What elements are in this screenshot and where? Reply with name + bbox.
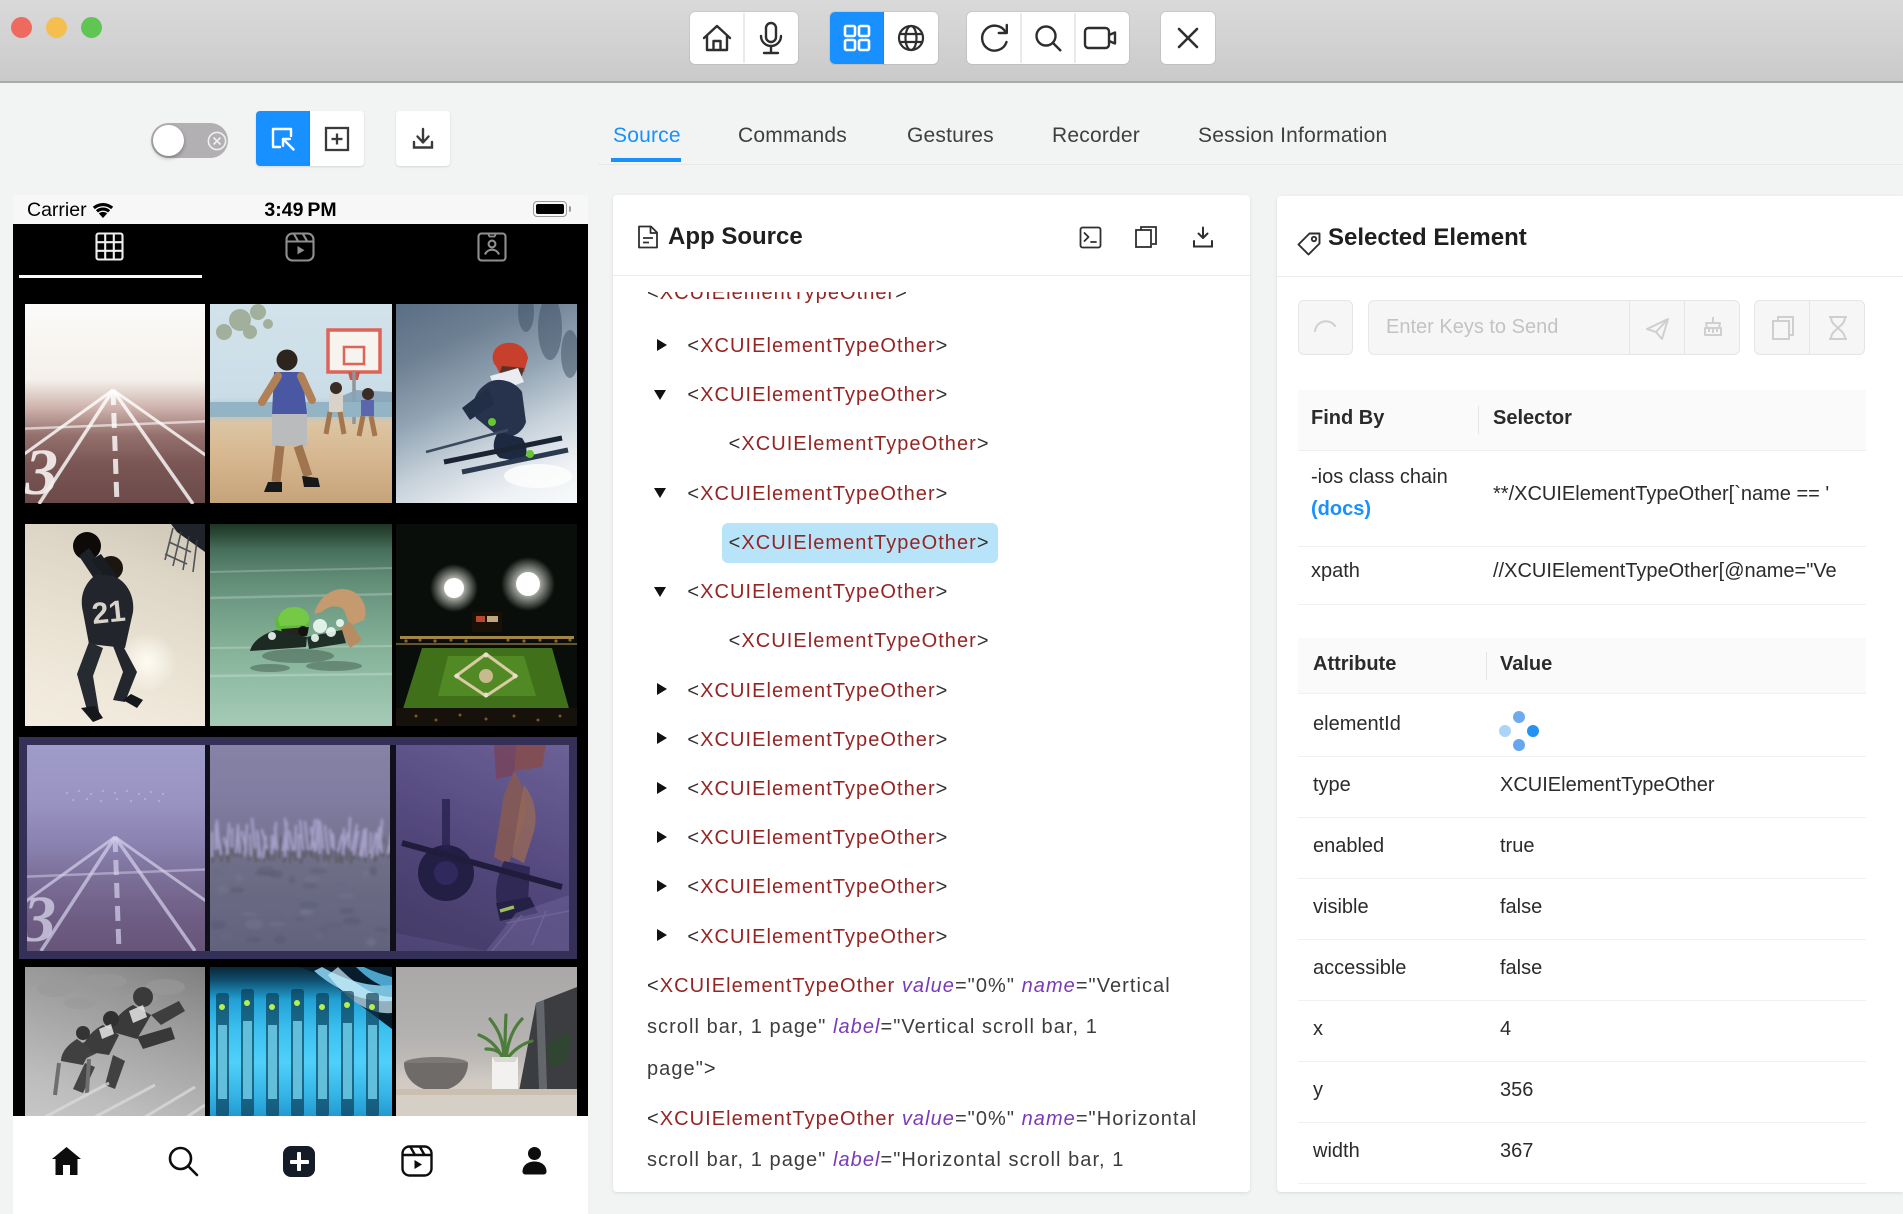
svg-text:3: 3 (25, 436, 58, 504)
svg-text:21: 21 (90, 595, 127, 631)
